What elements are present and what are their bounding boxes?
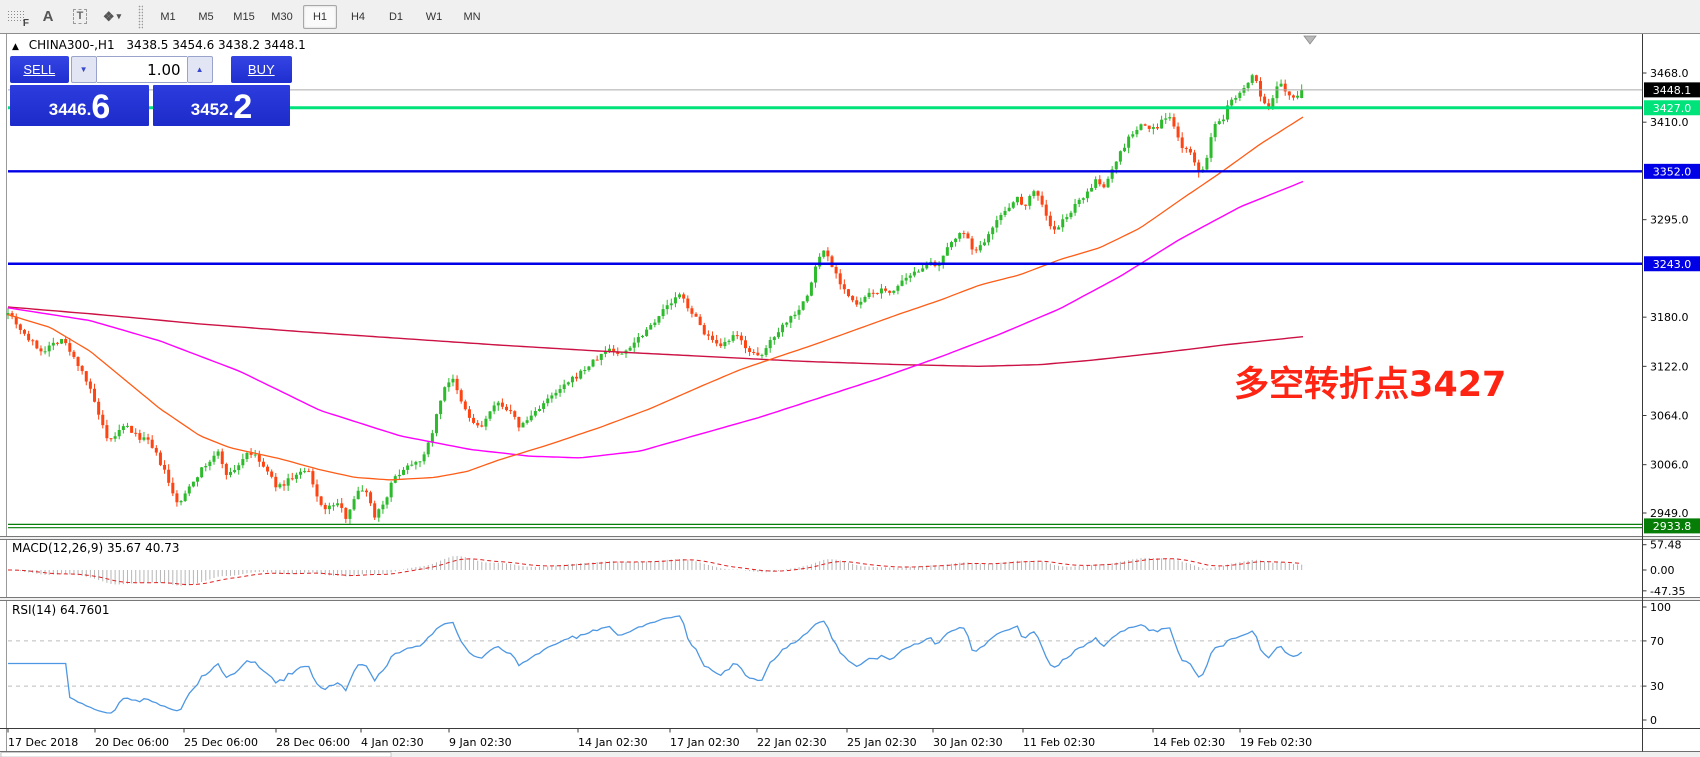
time-axis-label: 25 Dec 06:00 [184,736,258,749]
price-tick-label: 3064.0 [1650,410,1689,423]
objects-icon: ❖ [103,9,115,25]
trading-terminal: { "toolbar": { "icon_f_label": "F", "ico… [0,0,1700,757]
sell-price-decimal: 6 [91,91,110,123]
top-toolbar: F A T ❖ ▾ M1 M5 M15 M30 H1 H4 D1 W1 MN [0,0,1700,34]
volume-decrease-button[interactable]: ▼ [71,56,97,83]
macd-axis-label: 57.48 [1650,539,1682,552]
buy-price-quote[interactable]: 3452 . 2 [153,85,290,126]
timeframe-button-h1[interactable]: H1 [303,5,337,29]
timeframe-button-m5[interactable]: M5 [189,5,223,29]
price-badge-label: 3243.0 [1653,258,1692,271]
timeframe-button-m15[interactable]: M15 [227,5,261,29]
volume-input[interactable] [97,56,187,83]
toolbar-separator [138,5,143,29]
price-badge-label: 3352.0 [1653,165,1692,178]
buy-price-main: 3452 [191,97,229,123]
rsi-indicator-label: RSI(14) 64.7601 [12,603,110,617]
sell-price-quote[interactable]: 3446 . 6 [10,85,149,126]
time-axis-label: 19 Feb 02:30 [1240,736,1312,749]
macd-axis-label: -47.35 [1650,585,1685,598]
rsi-axis-label: 0 [1650,714,1657,727]
timeframe-button-h4[interactable]: H4 [341,5,375,29]
font-tool-button[interactable]: A [35,4,61,30]
price-tick-label: 3410.0 [1650,116,1689,129]
time-axis-label: 4 Jan 02:30 [361,736,424,749]
chevron-down-icon: ▾ [117,11,122,22]
price-tick-label: 3122.0 [1650,360,1689,373]
timeframe-button-d1[interactable]: D1 [379,5,413,29]
price-badge-label: 2933.8 [1653,520,1692,533]
grid-tool-button[interactable]: F [3,4,29,30]
text-box-icon: T [73,9,88,24]
volume-increase-button[interactable]: ▲ [187,56,213,83]
collapse-panel-icon[interactable]: ▲ [12,42,19,52]
time-axis-label: 20 Dec 06:00 [95,736,169,749]
price-tick-label: 2949.0 [1650,507,1689,520]
volume-stepper: ▼ ▲ [71,56,213,83]
time-axis-label: 28 Dec 06:00 [276,736,350,749]
time-axis-label: 22 Jan 02:30 [757,736,827,749]
price-tick-label: 3468.0 [1650,67,1689,80]
timeframe-button-m30[interactable]: M30 [265,5,299,29]
docked-window-edge [1,753,391,757]
sell-price-main: 3446 [49,97,87,123]
price-tick-label: 3006.0 [1650,459,1689,472]
chart-annotation-text: 多空转折点3427 [1234,356,1506,407]
rsi-axis-label: 70 [1650,635,1664,648]
time-axis-label: 9 Jan 02:30 [449,736,512,749]
macd-axis-label: 0.00 [1650,564,1675,577]
time-axis-label: 17 Dec 2018 [8,736,78,749]
rsi-axis-label: 100 [1650,601,1671,614]
one-click-trading-panel: SELL ▼ ▲ BUY 3446 . 6 3452 . 2 [10,56,292,126]
letter-a-icon: A [43,8,54,25]
timeframe-button-m1[interactable]: M1 [151,5,185,29]
objects-tool-button[interactable]: ❖ ▾ [99,4,125,30]
price-badge-label: 3448.1 [1653,84,1692,97]
time-axis-label: 14 Feb 02:30 [1153,736,1225,749]
price-tick-label: 3295.0 [1650,214,1689,227]
buy-price-decimal: 2 [233,91,252,123]
time-axis-label: 30 Jan 02:30 [933,736,1003,749]
ohlc-values-label: 3438.5 3454.6 3438.2 3448.1 [126,38,305,52]
time-axis-label: 25 Jan 02:30 [847,736,917,749]
symbol-period-label: CHINA300-,H1 [29,38,115,52]
rsi-axis-label: 30 [1650,680,1664,693]
time-axis-label: 17 Jan 02:30 [670,736,740,749]
time-axis-label: 14 Jan 02:30 [578,736,648,749]
price-badge-label: 3427.0 [1653,102,1692,115]
text-label-tool-button[interactable]: T [67,4,93,30]
chart-title-bar: ▲ CHINA300-,H1 3438.5 3454.6 3438.2 3448… [12,38,306,52]
time-axis-label: 11 Feb 02:30 [1023,736,1095,749]
buy-button[interactable]: BUY [231,56,292,83]
timeframe-button-w1[interactable]: W1 [417,5,451,29]
sell-button[interactable]: SELL [10,56,69,83]
price-tick-label: 3180.0 [1650,311,1689,324]
timeframe-button-mn[interactable]: MN [455,5,489,29]
grid-f-icon: F [7,10,25,23]
macd-indicator-label: MACD(12,26,9) 35.67 40.73 [12,541,179,555]
